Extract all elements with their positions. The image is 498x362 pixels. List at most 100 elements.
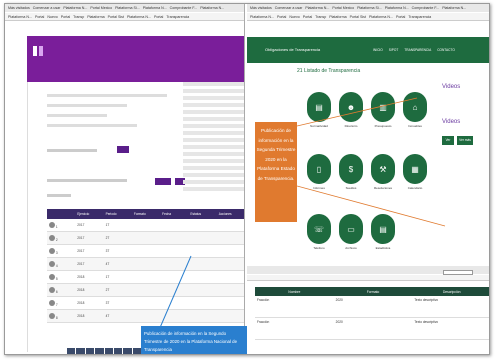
browser-tab[interactable]: Portal Sist bbox=[108, 15, 124, 19]
table-header-cell: Fecha bbox=[162, 212, 171, 216]
browser-tab[interactable]: Transparencia bbox=[166, 15, 189, 19]
taskbar bbox=[67, 348, 141, 354]
taskbar-item[interactable] bbox=[123, 348, 132, 354]
annotation-callout: Publicación de información en la Segunda… bbox=[255, 122, 297, 222]
browser-tab[interactable]: Portal bbox=[35, 15, 44, 19]
browser-tab[interactable]: Portal bbox=[61, 15, 70, 19]
more-videos-button[interactable]: Ver más bbox=[457, 136, 473, 145]
table-row[interactable]: 8 2018 4T bbox=[47, 310, 244, 323]
filter-button[interactable] bbox=[155, 178, 171, 185]
table-header-cell: Acciones bbox=[218, 212, 232, 216]
bookmark-item[interactable]: Comprobante F... bbox=[170, 6, 198, 10]
bookmark-item[interactable]: Plataforma N... bbox=[305, 6, 329, 10]
taskbar-item[interactable] bbox=[113, 348, 123, 354]
browser-tab[interactable]: Transp bbox=[73, 15, 84, 19]
taskbar-item[interactable] bbox=[67, 348, 76, 354]
row-marker-icon bbox=[49, 234, 55, 241]
browser-tab[interactable]: Nuevo bbox=[289, 15, 299, 19]
browser-tab[interactable]: Portal bbox=[303, 15, 312, 19]
section-heading: 21 Listado de Transparencia bbox=[297, 68, 361, 74]
table-cell: 4T bbox=[105, 314, 110, 318]
page-header bbox=[27, 36, 244, 82]
table-cell: 2017 bbox=[77, 262, 85, 266]
table-cell: 2T bbox=[105, 236, 110, 240]
table-cell: 8 bbox=[47, 312, 75, 320]
screenshot-frame: Más visitados Comenzar a usar Plataforma N… bbox=[4, 3, 490, 355]
results-cell: Texto descriptivo bbox=[414, 298, 439, 302]
browser-tab[interactable]: Portal bbox=[396, 15, 405, 19]
bookmark-item[interactable]: Plataforma N... bbox=[442, 6, 466, 10]
form-line bbox=[47, 94, 167, 97]
bookmark-item[interactable]: Comenzar a usar bbox=[275, 6, 303, 10]
annotation-callout-blue: Publicación de información en la Segundo… bbox=[141, 326, 247, 354]
nav-item[interactable]: CONTACTO bbox=[437, 48, 455, 52]
taskbar-item[interactable] bbox=[85, 348, 95, 354]
bookmark-item[interactable]: Plataforma N... bbox=[63, 6, 87, 10]
table-cell: 5 bbox=[47, 273, 75, 281]
browser-tab[interactable]: Transparencia bbox=[408, 15, 431, 19]
form-line bbox=[47, 124, 137, 127]
browser-tab[interactable]: Plataforma bbox=[329, 15, 346, 19]
row-marker-icon bbox=[49, 247, 55, 254]
results-cell: Fracción bbox=[257, 320, 270, 324]
results-row[interactable]: Fracción 2020 Texto descriptivo bbox=[255, 296, 489, 318]
bookmark-item[interactable]: Plataforma N... bbox=[385, 6, 409, 10]
nav-item[interactable]: INICIO bbox=[373, 48, 383, 52]
search-input[interactable] bbox=[443, 270, 473, 275]
bookmark-item[interactable]: Más visitados bbox=[250, 6, 272, 10]
table-cell: 2018 bbox=[77, 275, 85, 279]
browser-tab[interactable]: Plataforma N... bbox=[250, 15, 274, 19]
bookmark-item[interactable]: Plataforma Si... bbox=[357, 6, 382, 10]
nav-item[interactable]: TRANSPARENCIA bbox=[404, 48, 431, 52]
table-cell: 2017 bbox=[77, 223, 85, 227]
results-header-cell: Formato bbox=[366, 289, 380, 294]
search-button[interactable] bbox=[117, 146, 129, 153]
table-header-cell: Ejercicio bbox=[77, 212, 90, 216]
table-header-cell: Formato bbox=[133, 212, 146, 216]
browser-tab[interactable]: Plataforma N... bbox=[369, 15, 393, 19]
site-navbar: Obligaciones de Transparencia INICIO SIPO… bbox=[247, 37, 489, 63]
browser-tab[interactable]: Transp bbox=[315, 15, 326, 19]
bookmark-item[interactable]: Plataforma N... bbox=[200, 6, 224, 10]
site-title: Obligaciones de Transparencia bbox=[265, 47, 321, 52]
bookmark-item[interactable]: Más visitados bbox=[8, 6, 30, 10]
table-row[interactable]: 4 2017 4T bbox=[47, 258, 244, 271]
browser-tab[interactable]: Plataforma bbox=[87, 15, 104, 19]
bookmark-item[interactable]: Comprobante F... bbox=[412, 6, 440, 10]
browser-tab[interactable]: Portal Sist bbox=[350, 15, 366, 19]
browser-tab[interactable]: Nuevo bbox=[47, 15, 57, 19]
table-row[interactable]: 6 2018 2T bbox=[47, 284, 244, 297]
browser-tab[interactable]: Portal bbox=[277, 15, 286, 19]
table-row[interactable]: 3 2017 3T bbox=[47, 245, 244, 258]
nav-item[interactable]: SIPOT bbox=[389, 48, 399, 52]
table-header-cell: Periodo bbox=[105, 212, 117, 216]
table-row[interactable]: 2 2017 2T bbox=[47, 232, 244, 245]
results-row[interactable]: Fracción 2020 Texto descriptivo bbox=[255, 318, 489, 340]
video-title: Videos bbox=[442, 84, 461, 90]
bookmark-item[interactable]: Portal Mexico bbox=[332, 6, 354, 10]
taskbar-item[interactable] bbox=[76, 348, 85, 354]
results-cell: Texto descriptivo bbox=[414, 320, 439, 324]
bookmarks-bar: Más visitados Comenzar a usar Plataforma N… bbox=[5, 4, 244, 12]
bookmark-item[interactable]: Portal Mexico bbox=[90, 6, 112, 10]
taskbar-item[interactable] bbox=[104, 348, 113, 354]
table-cell: 2017 bbox=[77, 249, 85, 253]
table-row[interactable]: 5 2018 1T bbox=[47, 271, 244, 284]
results-cell: 2020 bbox=[335, 320, 343, 324]
browser-tab[interactable]: Plataforma N... bbox=[127, 15, 151, 19]
callout-lines bbox=[297, 97, 446, 227]
bookmark-item[interactable]: Comenzar a usar bbox=[33, 6, 61, 10]
table-row[interactable]: 1 2017 1T bbox=[47, 219, 244, 232]
browser-tab[interactable]: Plataforma N... bbox=[8, 15, 32, 19]
bookmark-item[interactable]: Plataforma Si... bbox=[115, 6, 140, 10]
results-header-cell: Nombre bbox=[288, 289, 301, 294]
table-cell: 6 bbox=[47, 286, 75, 294]
results-header-cell: Descripción bbox=[442, 289, 461, 294]
browser-tab[interactable]: Portal bbox=[154, 15, 163, 19]
bookmark-item[interactable]: Plataforma N... bbox=[143, 6, 167, 10]
table-row[interactable]: 7 2018 3T bbox=[47, 297, 244, 310]
address-bar bbox=[247, 275, 489, 281]
icon-caption: Archivos bbox=[345, 246, 357, 250]
taskbar-item[interactable] bbox=[132, 348, 141, 354]
taskbar-item[interactable] bbox=[95, 348, 104, 354]
